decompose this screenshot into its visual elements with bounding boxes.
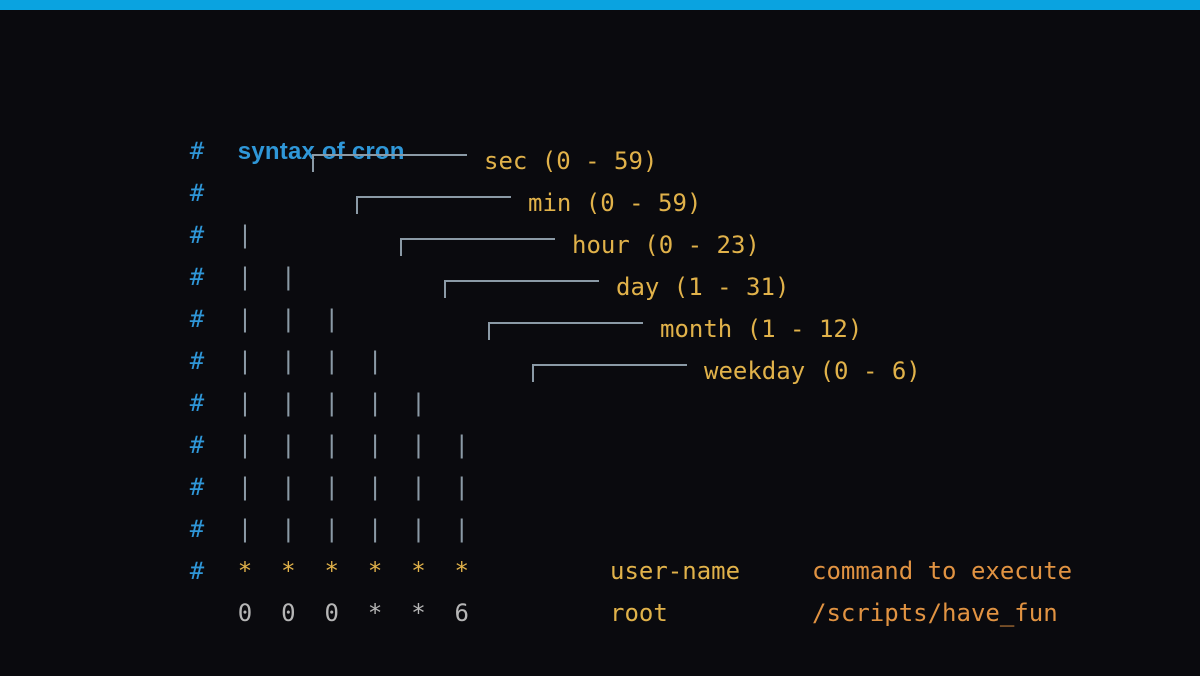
example-values: 0 0 0 * * 6 [238, 599, 469, 627]
cron-diagram: #syntax of cron # sec (0 - 59) #| min (0… [0, 10, 1200, 592]
accent-bar [0, 0, 1200, 10]
connector-min [356, 196, 511, 214]
field-row-hour: #| | hour (0 - 23) [132, 214, 1200, 256]
example-row: #0 0 0 * * 6root/scripts/have_fun [132, 550, 1200, 592]
field-row-sec: # sec (0 - 59) [132, 130, 1200, 172]
connector-day [444, 280, 599, 298]
connector-sec [312, 154, 467, 172]
connector-hour [400, 238, 555, 256]
example-command: /scripts/have_fun [812, 592, 1058, 634]
connector-weekday [532, 364, 687, 382]
example-user: root [610, 592, 668, 634]
pipe-row: #| | | | | | [132, 466, 1200, 508]
field-row-weekday: #| | | | | weekday (0 - 6) [132, 340, 1200, 382]
field-row-day: #| | | day (1 - 31) [132, 256, 1200, 298]
syntax-header-row: #* * * * * *user-namecommand to execute [132, 508, 1200, 550]
connector-month [488, 322, 643, 340]
field-row-min: #| min (0 - 59) [132, 172, 1200, 214]
pipe-row: #| | | | | | [132, 424, 1200, 466]
field-row-month: #| | | | month (1 - 12) [132, 298, 1200, 340]
pipe-row: #| | | | | | [132, 382, 1200, 424]
title-row: #syntax of cron [132, 88, 1200, 130]
